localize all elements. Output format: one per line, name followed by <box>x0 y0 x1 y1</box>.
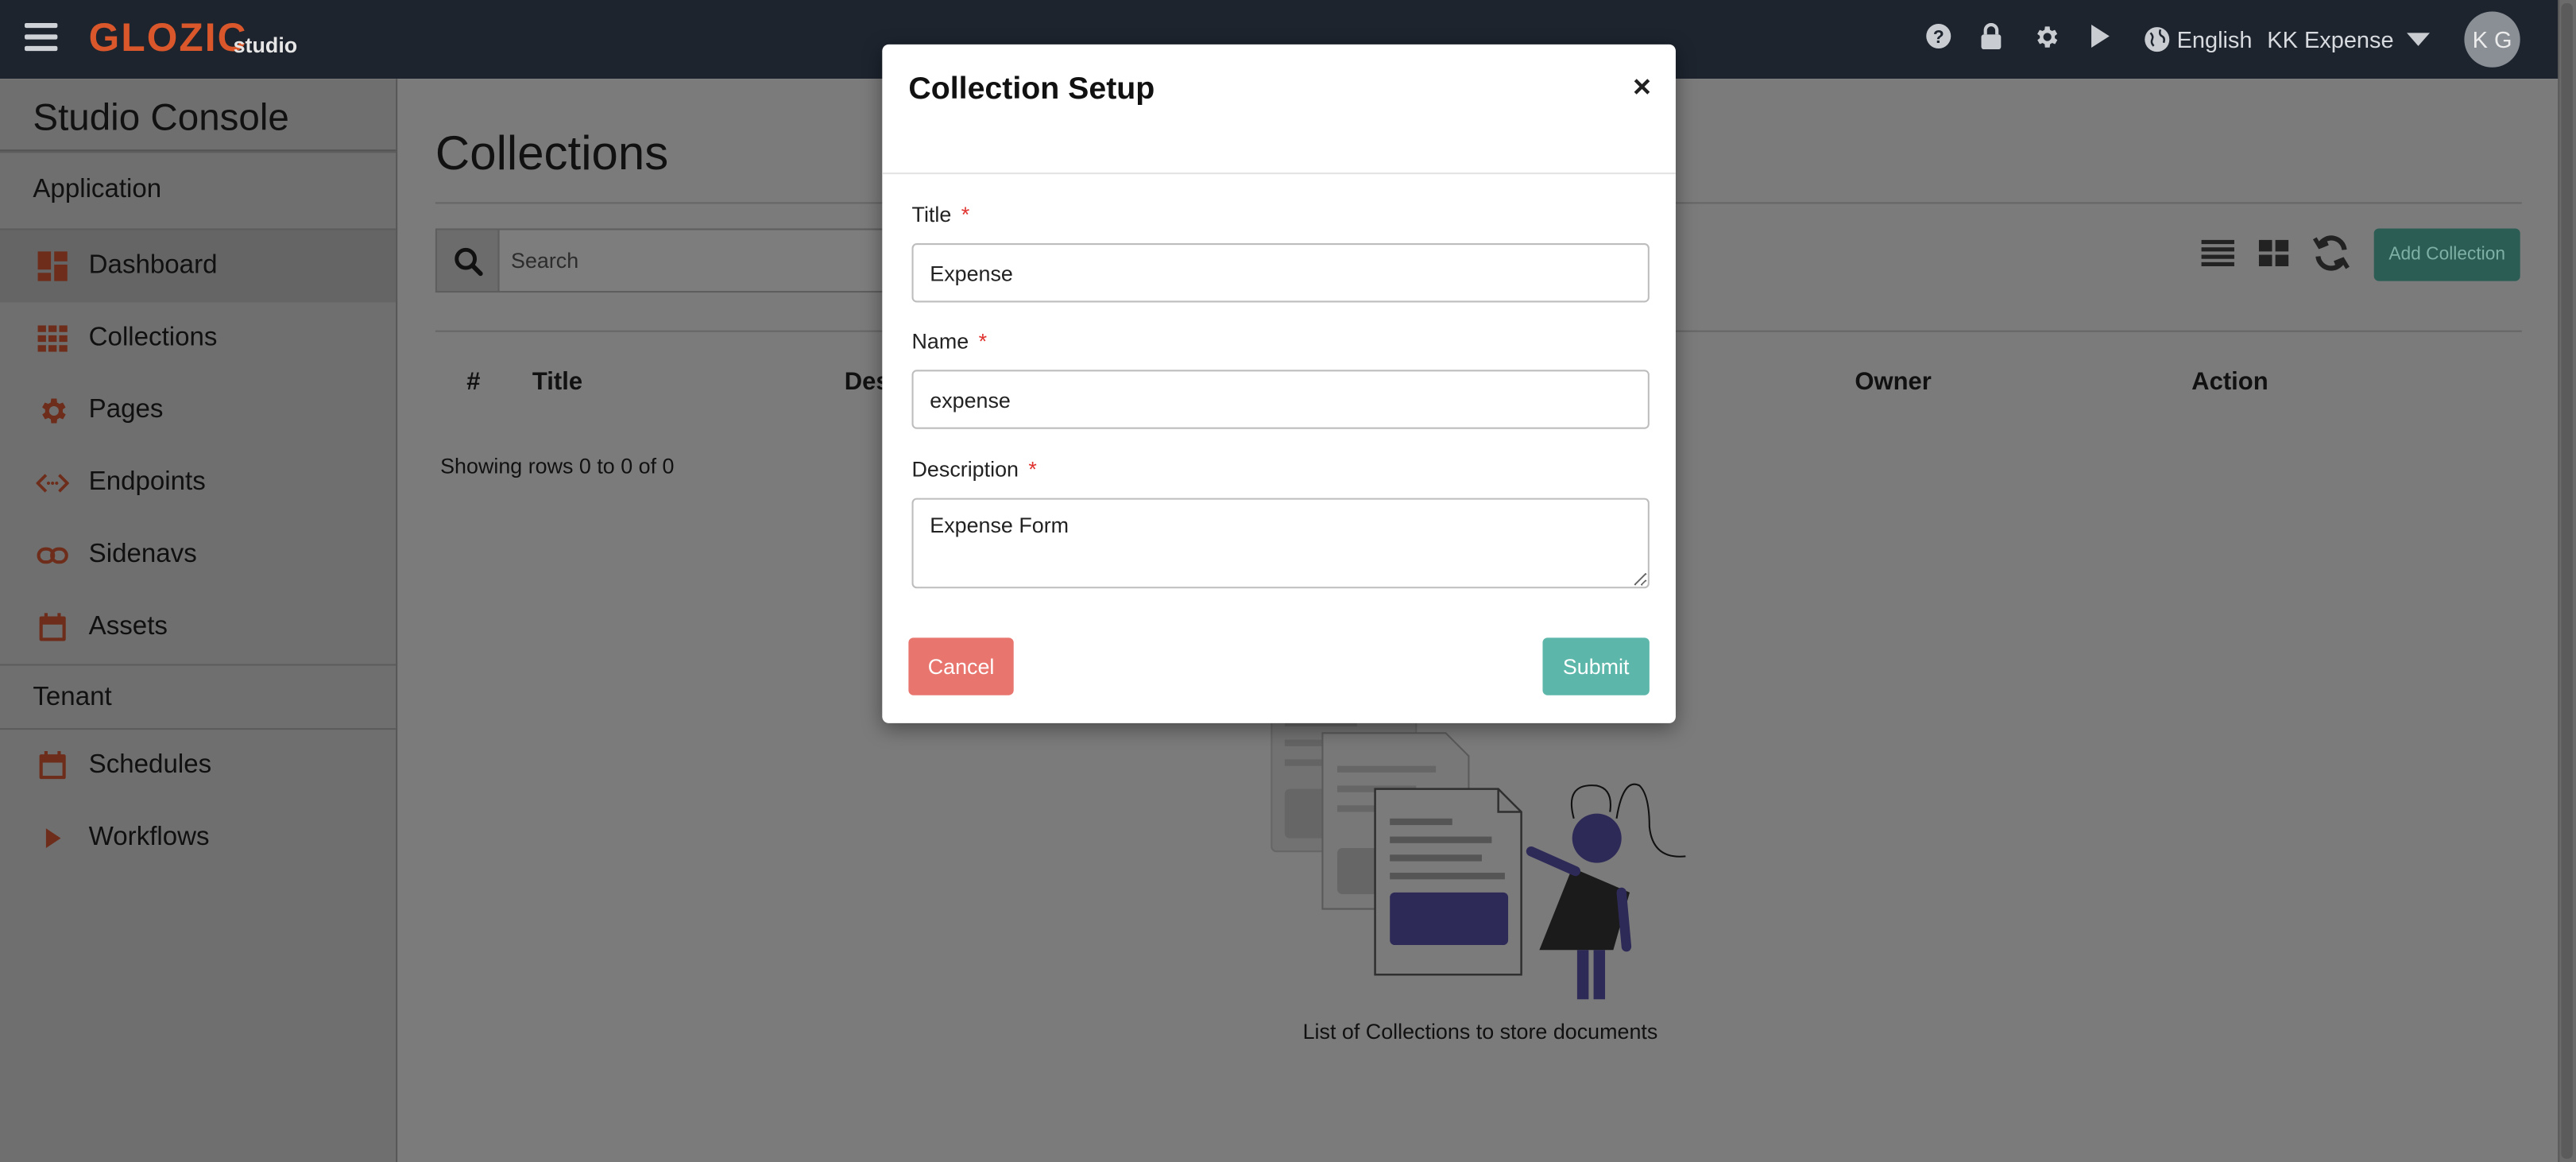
sidebar: Studio Console Application Dashboard Col… <box>0 79 398 1162</box>
sidebar-item-pages[interactable]: Pages <box>0 374 396 447</box>
tenant-label: KK Expense <box>2267 26 2394 53</box>
submit-button[interactable]: Submit <box>1542 637 1650 695</box>
page-title: Collections <box>435 128 669 181</box>
sidebar-item-collections[interactable]: Collections <box>0 302 396 374</box>
refresh-icon[interactable] <box>2310 232 2353 275</box>
tenant-selector[interactable]: KK Expense <box>2267 26 2431 53</box>
sidebar-item-label: Dashboard <box>88 251 218 280</box>
sidebar-item-schedules[interactable]: Schedules <box>0 730 396 802</box>
title-field[interactable] <box>911 243 1650 303</box>
play-icon <box>36 822 68 854</box>
add-collection-button[interactable]: Add Collection <box>2373 228 2520 281</box>
sidebar-item-dashboard[interactable]: Dashboard <box>0 230 396 303</box>
collection-setup-dialog: Collection Setup × Title * Name * Descript… <box>882 44 1676 723</box>
search-box <box>435 228 912 293</box>
search-button[interactable] <box>436 230 500 292</box>
calendar-icon <box>36 611 68 644</box>
sidebar-item-label: Endpoints <box>88 468 206 497</box>
empty-state-text: List of Collections to store documents <box>1302 1019 1658 1044</box>
rows-info: Showing rows 0 to 0 of 0 <box>440 453 675 478</box>
brand-subtitle: studio <box>233 33 298 58</box>
title-label: Title * <box>912 202 970 227</box>
sidebar-section-application: Application <box>0 151 396 230</box>
required-marker: * <box>961 202 970 227</box>
play-icon[interactable] <box>2085 23 2114 52</box>
language-selector[interactable]: English <box>2144 26 2253 53</box>
sidebar-item-label: Assets <box>88 613 168 641</box>
sidebar-title: Studio Console <box>0 79 396 152</box>
brand-logo: GLOZIC <box>88 16 248 61</box>
sidebar-item-label: Schedules <box>88 751 212 780</box>
scrollbar-thumb[interactable] <box>2561 3 2573 1159</box>
description-label: Description * <box>912 457 1037 482</box>
search-icon <box>454 246 482 276</box>
help-icon[interactable]: ? <box>1924 23 1953 52</box>
search-input[interactable] <box>499 230 911 292</box>
sidebar-item-sidenavs[interactable]: Sidenavs <box>0 519 396 591</box>
chevron-down-icon <box>2407 33 2431 46</box>
sidebar-item-endpoints[interactable]: Endpoints <box>0 447 396 519</box>
hamburger-menu-icon[interactable] <box>25 22 58 52</box>
column-header-action: Action <box>2191 368 2269 397</box>
description-label-text: Description <box>911 456 1019 482</box>
dialog-header: Collection Setup × <box>882 45 1676 175</box>
sidebar-item-label: Sidenavs <box>88 540 197 569</box>
name-label-text: Name <box>911 328 969 354</box>
sidebar-item-workflows[interactable]: Workflows <box>0 802 396 874</box>
app-root: GLOZIC studio ? English KK Expense K G S… <box>0 0 2576 1162</box>
link-icon <box>36 539 68 571</box>
grid-icon <box>36 322 68 354</box>
code-icon <box>36 467 69 499</box>
required-marker: * <box>978 328 988 354</box>
language-label: English <box>2176 26 2253 53</box>
globe-icon <box>2145 27 2170 52</box>
dialog-title: Collection Setup <box>908 72 1155 107</box>
sidebar-item-label: Workflows <box>88 823 210 852</box>
avatar[interactable]: K G <box>2464 11 2520 68</box>
name-field[interactable] <box>911 370 1650 429</box>
sidebar-item-label: Collections <box>88 323 218 352</box>
column-header-title[interactable]: Title <box>532 368 582 396</box>
sidebar-item-label: Pages <box>88 396 164 424</box>
column-header-number[interactable]: # <box>466 368 480 396</box>
name-label: Name * <box>912 329 988 354</box>
close-icon[interactable]: × <box>1633 71 1651 107</box>
sidebar-item-assets[interactable]: Assets <box>0 591 396 664</box>
empty-state-illustration <box>1271 703 1686 1000</box>
svg-text:?: ? <box>1933 26 1944 47</box>
required-marker: * <box>1028 456 1037 482</box>
column-header-owner[interactable]: Owner <box>1855 368 1932 396</box>
description-field[interactable]: Expense Form <box>911 498 1650 589</box>
sidebar-section-tenant: Tenant <box>0 664 396 730</box>
title-label-text: Title <box>911 202 952 227</box>
list-view-icon[interactable] <box>2200 237 2236 269</box>
calendar-icon <box>36 749 68 782</box>
lock-icon[interactable] <box>1976 23 2005 52</box>
gear-icon <box>36 394 68 427</box>
cancel-button[interactable]: Cancel <box>908 637 1014 695</box>
dashboard-icon <box>36 250 68 282</box>
gear-icon[interactable] <box>2031 23 2060 52</box>
grid-view-icon[interactable] <box>2256 237 2292 269</box>
